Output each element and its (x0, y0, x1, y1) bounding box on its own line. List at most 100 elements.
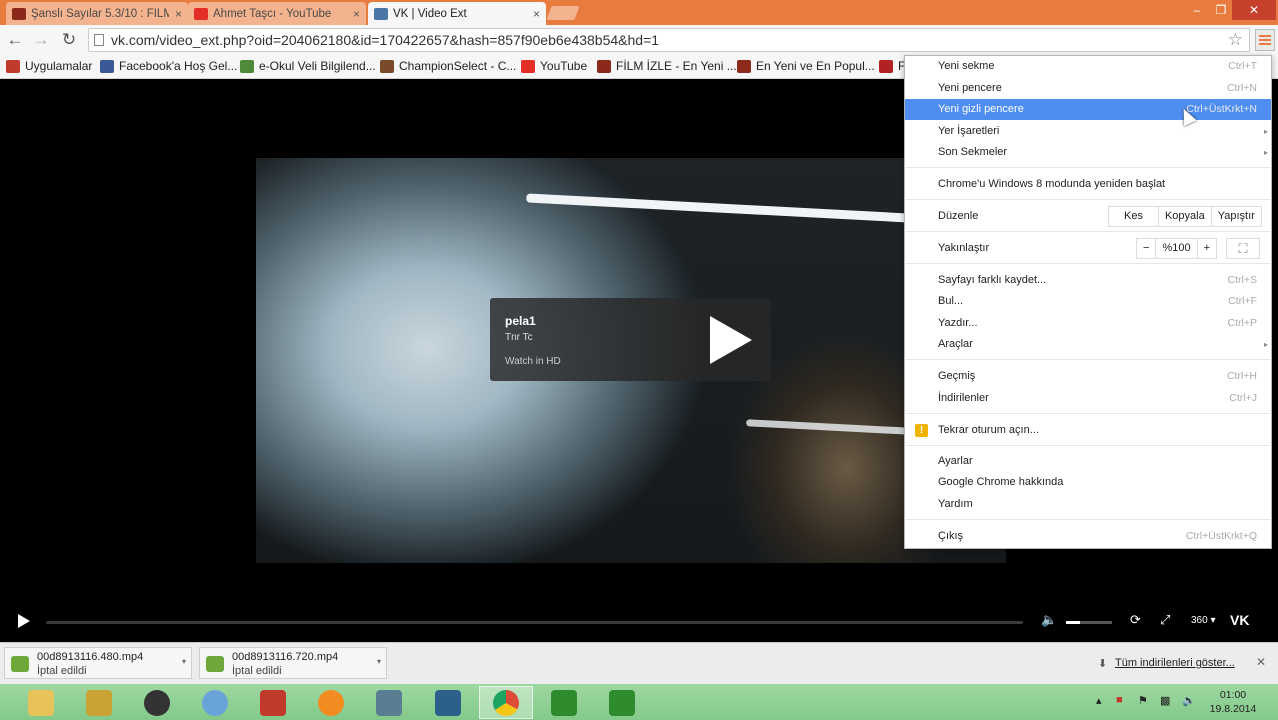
big-play-icon[interactable] (710, 316, 752, 364)
taskbar-speaker[interactable] (130, 686, 184, 719)
taskbar-chrome[interactable] (479, 686, 533, 719)
chevron-down-icon[interactable]: ▾ (377, 657, 381, 666)
bookmark-label: En Yeni ve En Popul... (756, 59, 875, 73)
chrome-menu-button[interactable] (1255, 29, 1275, 51)
menu-item-print[interactable]: Yazdır... Ctrl+P (905, 313, 1271, 334)
zoom-in-button[interactable]: + (1196, 239, 1216, 258)
forward-button[interactable]: → (30, 29, 52, 51)
quality-selector[interactable]: 360 ▾ (1191, 615, 1216, 626)
menu-item-label: Ayarlar (938, 455, 973, 467)
camtasia-icon (551, 689, 577, 716)
window-close-button[interactable]: ✕ (1232, 0, 1276, 20)
clock[interactable]: 01:00 19.8.2014 (1206, 688, 1260, 716)
bookmark-apps[interactable]: Uygulamalar (6, 59, 92, 73)
tray-expand-icon[interactable]: ▴ (1096, 694, 1102, 707)
menu-item-label: Bul... (938, 295, 964, 307)
menu-item-tools[interactable]: Araçlar ▸ (905, 334, 1271, 355)
bookmark-film-izle[interactable]: FİLM İZLE - En Yeni ... (597, 59, 737, 73)
seek-bar[interactable] (46, 621, 1023, 624)
back-button[interactable]: ← (4, 29, 26, 51)
menu-item-relaunch-win8[interactable]: Chrome'u Windows 8 modunda yeniden başla… (905, 174, 1271, 195)
tray-volume-icon[interactable]: 🔈 (1182, 694, 1196, 707)
taskbar-orange-app[interactable] (304, 686, 358, 719)
minimize-button[interactable]: ‒ (1184, 0, 1210, 20)
menu-item-new-tab[interactable]: Yeni sekme Ctrl+T (905, 56, 1271, 77)
menu-item-about-chrome[interactable]: Google Chrome hakkında (905, 472, 1271, 493)
menu-item-shortcut: Ctrl+ÜstKrkt+N (1186, 103, 1257, 115)
taskbar-paint[interactable] (188, 686, 242, 719)
menu-item-find[interactable]: Bul... Ctrl+F (905, 291, 1271, 312)
watch-in-hd-link[interactable]: Watch in HD (505, 356, 561, 367)
windows-taskbar: ▴ ■ ⚑ ▩ 🔈 01:00 19.8.2014 (0, 684, 1278, 720)
menu-item-downloads[interactable]: İndirilenler Ctrl+J (905, 388, 1271, 409)
menu-item-save-page[interactable]: Sayfayı farklı kaydet... Ctrl+S (905, 270, 1271, 291)
bookmark-youtube[interactable]: YouTube (521, 59, 587, 73)
menu-item-new-window[interactable]: Yeni pencere Ctrl+N (905, 78, 1271, 99)
menu-item-incognito-window[interactable]: Yeni gizli pencere Ctrl+ÜstKrkt+N (905, 99, 1271, 120)
monitor-icon (435, 689, 461, 716)
show-all-downloads-link[interactable]: Tüm indirilenleri göster... (1115, 657, 1235, 669)
vk-logo-icon[interactable]: VK (1230, 612, 1249, 628)
address-bar[interactable]: vk.com/video_ext.php?oid=204062180&id=17… (88, 28, 1250, 52)
play-icon[interactable] (18, 614, 30, 628)
speaker-icon (144, 689, 170, 716)
taskbar-monitor-app[interactable] (421, 686, 475, 719)
taskbar-camtasia[interactable] (537, 686, 591, 719)
bookmark-star-icon[interactable]: ☆ (1228, 29, 1243, 51)
download-item[interactable]: 00d8913116.480.mp4 İptal edildi ▾ (4, 647, 192, 679)
bookmark-facebook[interactable]: Facebook'a Hoş Gel... (100, 59, 237, 73)
menu-separator (906, 167, 1270, 168)
tray-flag-icon[interactable]: ⚑ (1138, 694, 1148, 707)
tab-youtube[interactable]: Ahmet Taşcı - YouTube × (188, 2, 366, 25)
camtasia-icon (609, 689, 635, 716)
menu-separator (906, 413, 1270, 414)
menu-item-help[interactable]: Yardım (905, 494, 1271, 515)
new-tab-button[interactable] (546, 6, 580, 20)
tray-shield-icon[interactable]: ■ (1116, 694, 1123, 706)
menu-item-exit[interactable]: Çıkış Ctrl+ÜstKrkt+Q (905, 526, 1271, 547)
restore-button[interactable]: ❐ (1210, 0, 1232, 20)
hamburger-line (1259, 43, 1271, 45)
tab-vk-video[interactable]: VK | Video Ext × (368, 2, 546, 25)
close-icon[interactable]: × (175, 7, 182, 21)
taskbar-hourglass[interactable] (246, 686, 300, 719)
close-icon[interactable]: × (353, 7, 360, 21)
zoom-out-button[interactable]: − (1137, 239, 1155, 258)
reload-button[interactable]: ↻ (58, 29, 80, 51)
expand-icon[interactable]: ⤢ (1160, 612, 1170, 628)
cut-button[interactable]: Kes (1109, 207, 1158, 226)
bookmark-championselect[interactable]: ChampionSelect - C... (380, 59, 516, 73)
menu-item-sign-in-again[interactable]: ! Tekrar oturum açın... (905, 420, 1271, 441)
paste-button[interactable]: Yapıştır (1210, 207, 1261, 226)
close-icon[interactable]: ✕ (1256, 655, 1266, 669)
chevron-down-icon[interactable]: ▾ (182, 657, 186, 666)
download-item[interactable]: 00d8913116.720.mp4 İptal edildi ▾ (199, 647, 387, 679)
taskbar-settings-app[interactable] (362, 686, 416, 719)
bookmark-f[interactable]: F (879, 59, 905, 73)
menu-item-label: Yeni pencere (938, 82, 1002, 94)
tray-network-icon[interactable]: ▩ (1160, 694, 1170, 707)
copy-button[interactable]: Kopyala (1157, 207, 1211, 226)
bookmark-eokul[interactable]: e-Okul Veli Bilgilend... (240, 59, 376, 73)
menu-item-bookmarks[interactable]: Yer İşaretleri ▸ (905, 121, 1271, 142)
menu-item-shortcut: Ctrl+S (1227, 274, 1257, 286)
volume-slider[interactable] (1066, 621, 1112, 624)
hamburger-line (1259, 35, 1271, 37)
video-author[interactable]: Tnr Tc (505, 332, 533, 343)
taskbar-explorer[interactable] (14, 686, 68, 719)
menu-item-recent-tabs[interactable]: Son Sekmeler ▸ (905, 142, 1271, 163)
taskbar-camtasia-2[interactable] (595, 686, 649, 719)
close-icon[interactable]: × (533, 7, 540, 21)
menu-item-history[interactable]: Geçmiş Ctrl+H (905, 366, 1271, 387)
loop-icon[interactable]: ⟳ (1130, 612, 1141, 628)
volume-icon[interactable]: 🔈 (1041, 612, 1057, 628)
menu-item-label: Son Sekmeler (938, 146, 1008, 158)
menu-item-shortcut: Ctrl+H (1226, 370, 1257, 382)
tab-sansli-sayilar[interactable]: Şanslı Sayılar 5.3/10 : FİLM × (6, 2, 188, 25)
taskbar-app-gold[interactable] (72, 686, 126, 719)
video-info-box[interactable]: pela1 Tnr Tc Watch in HD (490, 298, 771, 381)
bookmark-en-yeni[interactable]: En Yeni ve En Popul... (737, 59, 875, 73)
menu-item-settings[interactable]: Ayarlar (905, 451, 1271, 472)
fullscreen-icon[interactable]: ⛶ (1226, 238, 1260, 259)
menu-item-label: Yeni gizli pencere (938, 103, 1024, 115)
